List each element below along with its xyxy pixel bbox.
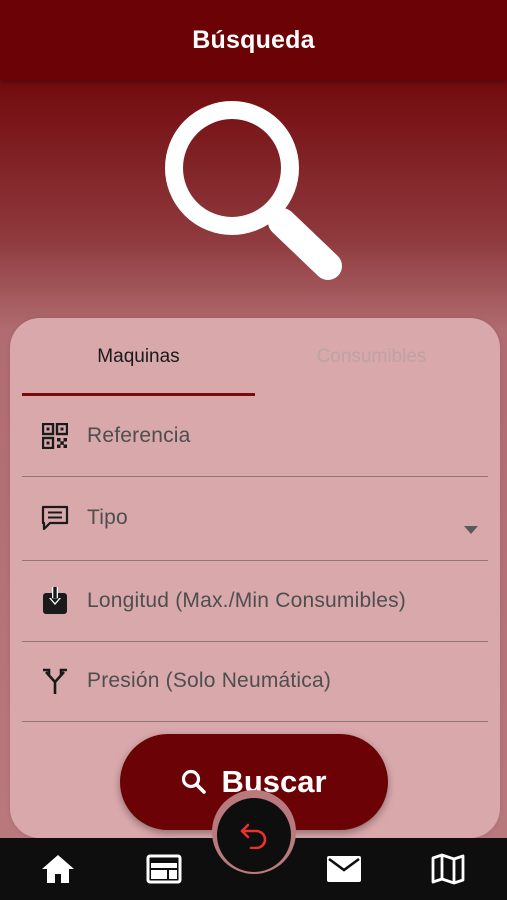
page-title: Búsqueda — [192, 25, 315, 54]
web-icon — [146, 854, 182, 884]
app-header: Búsqueda — [0, 0, 507, 80]
search-card: Maquinas Consumibles Referencia Tipo Lon… — [10, 318, 500, 838]
nav-mail[interactable] — [304, 838, 384, 900]
magnifier-icon — [165, 101, 342, 280]
tab-maquinas[interactable]: Maquinas — [22, 318, 255, 396]
nav-home[interactable] — [18, 838, 98, 900]
dropdown-arrow-icon[interactable] — [464, 526, 478, 534]
download-box-icon — [40, 586, 70, 616]
tab-bar: Maquinas Consumibles — [22, 318, 488, 396]
map-icon — [431, 853, 465, 885]
back-button[interactable] — [217, 798, 291, 872]
longitud-placeholder: Longitud (Max./Min Consumibles) — [87, 589, 406, 612]
tab-consumibles[interactable]: Consumibles — [255, 318, 488, 396]
presion-placeholder: Presión (Solo Neumática) — [87, 669, 332, 692]
referencia-placeholder: Referencia — [87, 424, 191, 447]
fork-icon — [40, 666, 70, 696]
tipo-placeholder: Tipo — [87, 506, 128, 529]
home-icon — [42, 855, 74, 883]
nav-map[interactable] — [408, 838, 488, 900]
presion-field[interactable]: Presión (Solo Neumática) — [22, 641, 488, 722]
tipo-dropdown[interactable]: Tipo — [22, 476, 488, 561]
back-arrow-icon — [240, 823, 267, 849]
search-icon — [182, 769, 207, 794]
message-icon — [40, 503, 70, 533]
mail-icon — [327, 856, 361, 882]
referencia-field[interactable]: Referencia — [22, 396, 488, 477]
longitud-field[interactable]: Longitud (Max./Min Consumibles) — [22, 561, 488, 642]
qr-code-icon — [40, 421, 70, 451]
nav-web[interactable] — [124, 838, 204, 900]
